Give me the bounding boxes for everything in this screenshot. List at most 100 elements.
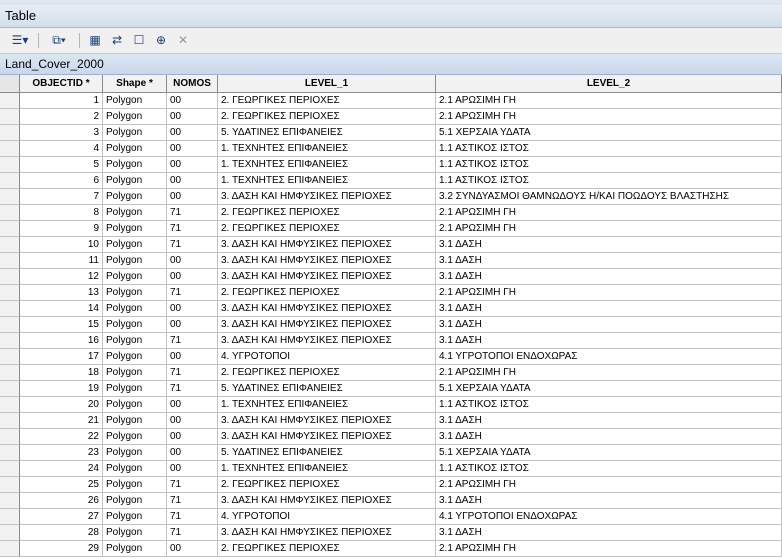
cell-level-1[interactable]: 2. ΓΕΩΡΓΙΚΕΣ ΠΕΡΙΟΧΕΣ <box>218 365 436 381</box>
cell-objectid[interactable]: 11 <box>20 253 103 269</box>
row-selector[interactable] <box>0 221 20 237</box>
cell-nomos[interactable]: 71 <box>167 365 218 381</box>
column-header-shape[interactable]: Shape * <box>103 75 167 93</box>
row-selector[interactable] <box>0 541 20 557</box>
cell-objectid[interactable]: 4 <box>20 141 103 157</box>
cell-nomos[interactable]: 71 <box>167 205 218 221</box>
cell-level-1[interactable]: 1. ΤΕΧΝΗΤΕΣ ΕΠΙΦΑΝΕΙΕΣ <box>218 141 436 157</box>
cell-level-2[interactable]: 3.1 ΔΑΣΗ <box>436 429 782 445</box>
cell-nomos[interactable]: 00 <box>167 109 218 125</box>
cell-shape[interactable]: Polygon <box>103 397 167 413</box>
cell-nomos[interactable]: 71 <box>167 477 218 493</box>
cell-shape[interactable]: Polygon <box>103 301 167 317</box>
delete-selected-icon[interactable]: ✕ <box>174 31 192 49</box>
row-selector[interactable] <box>0 189 20 205</box>
cell-shape[interactable]: Polygon <box>103 429 167 445</box>
row-selector[interactable] <box>0 301 20 317</box>
row-selector[interactable] <box>0 493 20 509</box>
cell-level-1[interactable]: 1. ΤΕΧΝΗΤΕΣ ΕΠΙΦΑΝΕΙΕΣ <box>218 157 436 173</box>
cell-level-2[interactable]: 1.1 ΑΣΤΙΚΟΣ ΙΣΤΟΣ <box>436 141 782 157</box>
cell-level-1[interactable]: 2. ΓΕΩΡΓΙΚΕΣ ΠΕΡΙΟΧΕΣ <box>218 205 436 221</box>
cell-level-1[interactable]: 3. ΔΑΣΗ ΚΑΙ ΗΜΦΥΣΙΚΕΣ ΠΕΡΙΟΧΕΣ <box>218 237 436 253</box>
cell-nomos[interactable]: 00 <box>167 253 218 269</box>
clear-selection-icon[interactable]: ☐ <box>130 31 148 49</box>
cell-level-2[interactable]: 2.1 ΑΡΩΣΙΜΗ ΓΗ <box>436 221 782 237</box>
cell-objectid[interactable]: 21 <box>20 413 103 429</box>
cell-shape[interactable]: Polygon <box>103 333 167 349</box>
cell-shape[interactable]: Polygon <box>103 493 167 509</box>
cell-nomos[interactable]: 00 <box>167 317 218 333</box>
cell-shape[interactable]: Polygon <box>103 445 167 461</box>
select-all-corner[interactable] <box>0 75 20 93</box>
cell-shape[interactable]: Polygon <box>103 509 167 525</box>
table-row[interactable]: 22 Polygon 00 3. ΔΑΣΗ ΚΑΙ ΗΜΦΥΣΙΚΕΣ ΠΕΡΙΟΧΕ… <box>0 429 782 445</box>
cell-level-1[interactable]: 2. ΓΕΩΡΓΙΚΕΣ ΠΕΡΙΟΧΕΣ <box>218 477 436 493</box>
cell-shape[interactable]: Polygon <box>103 381 167 397</box>
row-selector[interactable] <box>0 285 20 301</box>
cell-objectid[interactable]: 20 <box>20 397 103 413</box>
cell-shape[interactable]: Polygon <box>103 157 167 173</box>
table-row[interactable]: 6 Polygon 00 1. ΤΕΧΝΗΤΕΣ ΕΠΙΦΑΝΕΙΕΣ 1.1 ΑΣΤΙ… <box>0 173 782 189</box>
cell-level-2[interactable]: 4.1 ΥΓΡΟΤΟΠΟΙ ΕΝΔΟΧΩΡΑΣ <box>436 349 782 365</box>
cell-nomos[interactable]: 00 <box>167 413 218 429</box>
row-selector[interactable] <box>0 381 20 397</box>
cell-level-2[interactable]: 3.1 ΔΑΣΗ <box>436 269 782 285</box>
cell-level-1[interactable]: 4. ΥΓΡΟΤΟΠΟΙ <box>218 349 436 365</box>
cell-nomos[interactable]: 71 <box>167 285 218 301</box>
row-selector[interactable] <box>0 349 20 365</box>
cell-objectid[interactable]: 26 <box>20 493 103 509</box>
cell-level-1[interactable]: 1. ΤΕΧΝΗΤΕΣ ΕΠΙΦΑΝΕΙΕΣ <box>218 173 436 189</box>
table-row[interactable]: 3 Polygon 00 5. ΥΔΑΤΙΝΕΣ ΕΠΙΦΑΝΕΙΕΣ 5.1 ΧΕΡΣ… <box>0 125 782 141</box>
table-row[interactable]: 9 Polygon 71 2. ΓΕΩΡΓΙΚΕΣ ΠΕΡΙΟΧΕΣ 2.1 ΑΡΩΣΙ… <box>0 221 782 237</box>
cell-level-2[interactable]: 2.1 ΑΡΩΣΙΜΗ ΓΗ <box>436 365 782 381</box>
cell-objectid[interactable]: 2 <box>20 109 103 125</box>
row-selector[interactable] <box>0 317 20 333</box>
cell-level-2[interactable]: 3.1 ΔΑΣΗ <box>436 253 782 269</box>
cell-level-1[interactable]: 2. ΓΕΩΡΓΙΚΕΣ ΠΕΡΙΟΧΕΣ <box>218 221 436 237</box>
cell-objectid[interactable]: 22 <box>20 429 103 445</box>
cell-level-1[interactable]: 2. ΓΕΩΡΓΙΚΕΣ ΠΕΡΙΟΧΕΣ <box>218 285 436 301</box>
row-selector[interactable] <box>0 333 20 349</box>
cell-level-2[interactable]: 3.1 ΔΑΣΗ <box>436 301 782 317</box>
cell-shape[interactable]: Polygon <box>103 253 167 269</box>
cell-nomos[interactable]: 71 <box>167 493 218 509</box>
cell-objectid[interactable]: 1 <box>20 93 103 109</box>
cell-nomos[interactable]: 71 <box>167 237 218 253</box>
table-row[interactable]: 19 Polygon 71 5. ΥΔΑΤΙΝΕΣ ΕΠΙΦΑΝΕΙΕΣ 5.1 ΧΕΡ… <box>0 381 782 397</box>
cell-level-1[interactable]: 1. ΤΕΧΝΗΤΕΣ ΕΠΙΦΑΝΕΙΕΣ <box>218 397 436 413</box>
cell-objectid[interactable]: 14 <box>20 301 103 317</box>
table-row[interactable]: 15 Polygon 00 3. ΔΑΣΗ ΚΑΙ ΗΜΦΥΣΙΚΕΣ ΠΕΡΙΟΧΕ… <box>0 317 782 333</box>
cell-nomos[interactable]: 00 <box>167 301 218 317</box>
cell-level-2[interactable]: 4.1 ΥΓΡΟΤΟΠΟΙ ΕΝΔΟΧΩΡΑΣ <box>436 509 782 525</box>
table-row[interactable]: 14 Polygon 00 3. ΔΑΣΗ ΚΑΙ ΗΜΦΥΣΙΚΕΣ ΠΕΡΙΟΧΕ… <box>0 301 782 317</box>
cell-level-2[interactable]: 1.1 ΑΣΤΙΚΟΣ ΙΣΤΟΣ <box>436 173 782 189</box>
row-selector[interactable] <box>0 397 20 413</box>
cell-level-1[interactable]: 5. ΥΔΑΤΙΝΕΣ ΕΠΙΦΑΝΕΙΕΣ <box>218 125 436 141</box>
cell-shape[interactable]: Polygon <box>103 109 167 125</box>
select-by-attributes-icon[interactable]: ▦ <box>86 31 104 49</box>
cell-shape[interactable]: Polygon <box>103 317 167 333</box>
row-selector[interactable] <box>0 157 20 173</box>
cell-objectid[interactable]: 27 <box>20 509 103 525</box>
cell-nomos[interactable]: 71 <box>167 333 218 349</box>
cell-level-1[interactable]: 3. ΔΑΣΗ ΚΑΙ ΗΜΦΥΣΙΚΕΣ ΠΕΡΙΟΧΕΣ <box>218 269 436 285</box>
cell-level-2[interactable]: 2.1 ΑΡΩΣΙΜΗ ΓΗ <box>436 541 782 557</box>
table-row[interactable]: 20 Polygon 00 1. ΤΕΧΝΗΤΕΣ ΕΠΙΦΑΝΕΙΕΣ 1.1 ΑΣΤ… <box>0 397 782 413</box>
cell-nomos[interactable]: 71 <box>167 381 218 397</box>
table-row[interactable]: 12 Polygon 00 3. ΔΑΣΗ ΚΑΙ ΗΜΦΥΣΙΚΕΣ ΠΕΡΙΟΧΕ… <box>0 269 782 285</box>
cell-level-2[interactable]: 3.2 ΣΥΝΔΥΑΣΜΟΙ ΘΑΜΝΩΔΟΥΣ Η/ΚΑΙ ΠΟΩΔΟΥΣ Β… <box>436 189 782 205</box>
cell-shape[interactable]: Polygon <box>103 189 167 205</box>
cell-nomos[interactable]: 00 <box>167 461 218 477</box>
cell-shape[interactable]: Polygon <box>103 269 167 285</box>
cell-shape[interactable]: Polygon <box>103 541 167 557</box>
cell-nomos[interactable]: 71 <box>167 509 218 525</box>
cell-nomos[interactable]: 00 <box>167 189 218 205</box>
table-row[interactable]: 11 Polygon 00 3. ΔΑΣΗ ΚΑΙ ΗΜΦΥΣΙΚΕΣ ΠΕΡΙΟΧΕ… <box>0 253 782 269</box>
table-row[interactable]: 27 Polygon 71 4. ΥΓΡΟΤΟΠΟΙ 4.1 ΥΓΡΟΤΟΠΟΙ ΕΝΔ… <box>0 509 782 525</box>
row-selector[interactable] <box>0 269 20 285</box>
table-row[interactable]: 2 Polygon 00 2. ΓΕΩΡΓΙΚΕΣ ΠΕΡΙΟΧΕΣ 2.1 ΑΡΩΣΙ… <box>0 109 782 125</box>
table-row[interactable]: 26 Polygon 71 3. ΔΑΣΗ ΚΑΙ ΗΜΦΥΣΙΚΕΣ ΠΕΡΙΟΧΕ… <box>0 493 782 509</box>
cell-level-1[interactable]: 2. ΓΕΩΡΓΙΚΕΣ ΠΕΡΙΟΧΕΣ <box>218 541 436 557</box>
cell-level-1[interactable]: 3. ΔΑΣΗ ΚΑΙ ΗΜΦΥΣΙΚΕΣ ΠΕΡΙΟΧΕΣ <box>218 301 436 317</box>
cell-shape[interactable]: Polygon <box>103 365 167 381</box>
